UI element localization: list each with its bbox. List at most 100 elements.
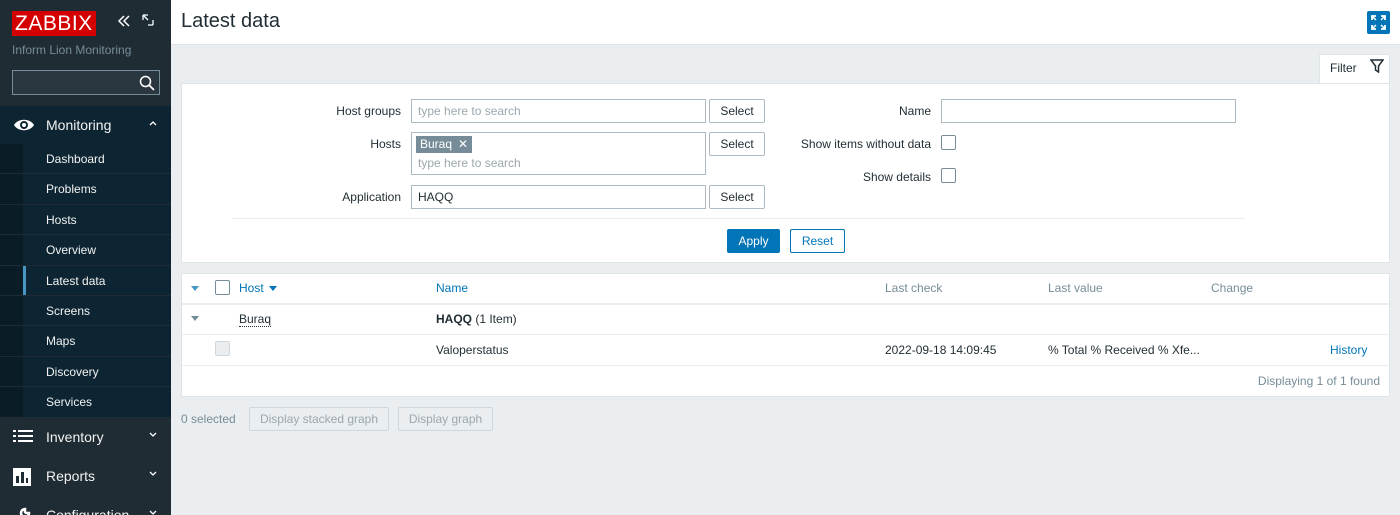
sort-desc-icon — [269, 286, 278, 292]
host-chip: Buraq ✕ — [416, 136, 473, 153]
column-host-label: Host — [239, 281, 264, 295]
submenu-label: Latest data — [46, 273, 106, 288]
select-all-checkbox[interactable] — [215, 280, 230, 295]
submenu-label: Dashboard — [46, 152, 105, 166]
display-graph-button[interactable]: Display graph — [398, 407, 493, 431]
wrench-icon — [19, 507, 31, 515]
submenu-maps[interactable]: Maps — [0, 326, 171, 357]
name-input[interactable] — [941, 99, 1236, 123]
submenu-discovery[interactable]: Discovery — [0, 356, 171, 388]
submenu-label: Hosts — [46, 212, 77, 227]
submenu-label: Services — [46, 395, 93, 410]
name-label: Name — [898, 104, 931, 118]
sidebar-search-input[interactable] — [12, 70, 160, 95]
filter-tab[interactable]: Filter — [1319, 54, 1390, 84]
apply-button[interactable]: Apply — [727, 229, 780, 253]
chevron-down-icon — [149, 471, 157, 476]
application-input[interactable]: HAQQ — [411, 185, 706, 209]
history-link[interactable]: History — [1330, 343, 1367, 357]
page-title: Latest data — [181, 10, 280, 32]
row-separator — [182, 334, 1389, 335]
show-items-without-data-checkbox[interactable] — [941, 135, 956, 150]
display-stacked-graph-button[interactable]: Display stacked graph — [249, 407, 389, 431]
monitoring-submenu: Dashboard Problems Hosts Overview Latest… — [0, 144, 171, 418]
search-icon[interactable] — [139, 75, 155, 91]
item-last-check: 2022-09-18 14:09:45 — [885, 343, 997, 357]
menu-reports[interactable]: Reports — [0, 457, 171, 495]
row-separator — [182, 365, 1389, 366]
host-chip-label: Buraq — [420, 137, 453, 151]
item-last-value: % Total % Received % Xfe... — [1048, 343, 1200, 357]
group-app-cell: HAQQ (1 Item) — [436, 312, 517, 326]
kiosk-mode-icon[interactable] — [142, 14, 154, 26]
submenu-label: Problems — [46, 182, 97, 197]
org-name: Inform Lion Monitoring — [12, 43, 132, 57]
collapse-all-icon[interactable] — [191, 286, 199, 291]
group-item-count: (1 Item) — [475, 312, 517, 326]
column-header-last-check: Last check — [885, 281, 943, 295]
group-host-name[interactable]: Buraq — [239, 312, 272, 327]
hosts-placeholder: type here to search — [418, 156, 521, 170]
menu-inventory[interactable]: Inventory — [0, 418, 171, 456]
logo-row: ZABBIX — [12, 11, 96, 36]
show-details-checkbox[interactable] — [941, 168, 956, 183]
group-host-link[interactable]: Buraq — [239, 312, 272, 327]
submenu-problems[interactable]: Problems — [0, 174, 171, 205]
sidebar: ZABBIX Inform Lion Monitoring Monitoring… — [0, 0, 171, 515]
filter-panel: Host groups type here to search Select H… — [181, 83, 1390, 263]
bar-chart-icon — [13, 468, 31, 486]
menu-configuration-label: Configuration — [46, 507, 130, 515]
host-groups-input[interactable]: type here to search — [411, 99, 706, 123]
group-app-name: HAQQ — [436, 312, 472, 326]
submenu-hosts[interactable]: Hosts — [0, 204, 171, 236]
column-header-last-value: Last value — [1048, 281, 1103, 295]
table-footer-count: Displaying 1 of 1 found — [1257, 374, 1380, 388]
fullscreen-icon — [1371, 15, 1386, 30]
item-name: Valoperstatus — [436, 343, 509, 357]
header-separator — [182, 303, 1389, 305]
list-icon — [13, 430, 33, 442]
host-groups-placeholder: type here to search — [418, 104, 521, 118]
column-header-change: Change — [1211, 281, 1254, 295]
remove-chip-icon[interactable]: ✕ — [458, 136, 468, 153]
chevron-up-icon — [149, 121, 157, 126]
menu-monitoring[interactable]: Monitoring — [0, 106, 171, 144]
eye-icon — [14, 119, 34, 131]
host-groups-label: Host groups — [336, 104, 401, 118]
application-label: Application — [342, 190, 401, 204]
submenu-label: Screens — [46, 303, 91, 318]
submenu-services[interactable]: Services — [0, 387, 171, 418]
submenu-latest-data[interactable]: Latest data — [0, 265, 171, 296]
menu-inventory-label: Inventory — [46, 429, 104, 445]
latest-data-table: Host Name Last check Last value Change B… — [181, 273, 1390, 397]
filter-divider — [232, 218, 1245, 219]
reset-button[interactable]: Reset — [790, 229, 845, 253]
menu-monitoring-label: Monitoring — [46, 117, 112, 133]
application-select-button[interactable]: Select — [709, 185, 765, 209]
submenu-overview[interactable]: Overview — [0, 235, 171, 266]
filter-tab-label: Filter — [1330, 61, 1357, 75]
fullscreen-button[interactable] — [1367, 11, 1390, 34]
show-details-label: Show details — [862, 170, 931, 184]
menu-reports-label: Reports — [46, 468, 96, 484]
page-header: Latest data — [171, 0, 1400, 45]
column-header-host[interactable]: Host — [239, 281, 278, 295]
menu-configuration[interactable]: Configuration — [0, 496, 171, 515]
collapse-sidebar-icon[interactable] — [117, 14, 131, 28]
item-checkbox[interactable] — [215, 341, 230, 356]
submenu-label: Maps — [46, 334, 76, 349]
submenu-dashboard[interactable]: Dashboard — [0, 144, 171, 175]
submenu-screens[interactable]: Screens — [0, 295, 171, 327]
chevron-down-icon — [149, 432, 157, 437]
chevron-down-icon — [149, 510, 157, 515]
selected-count: 0 selected — [181, 412, 236, 426]
column-header-name[interactable]: Name — [436, 281, 468, 295]
filter-icon — [1370, 59, 1384, 73]
hosts-label: Hosts — [370, 137, 401, 151]
submenu-label: Discovery — [46, 364, 99, 379]
show-items-without-data-label: Show items without data — [800, 137, 931, 151]
collapse-group-icon[interactable] — [191, 316, 199, 321]
zabbix-logo[interactable]: ZABBIX — [12, 11, 96, 36]
submenu-label: Overview — [46, 243, 97, 258]
hosts-input[interactable]: Buraq ✕ type here to search — [411, 132, 706, 175]
